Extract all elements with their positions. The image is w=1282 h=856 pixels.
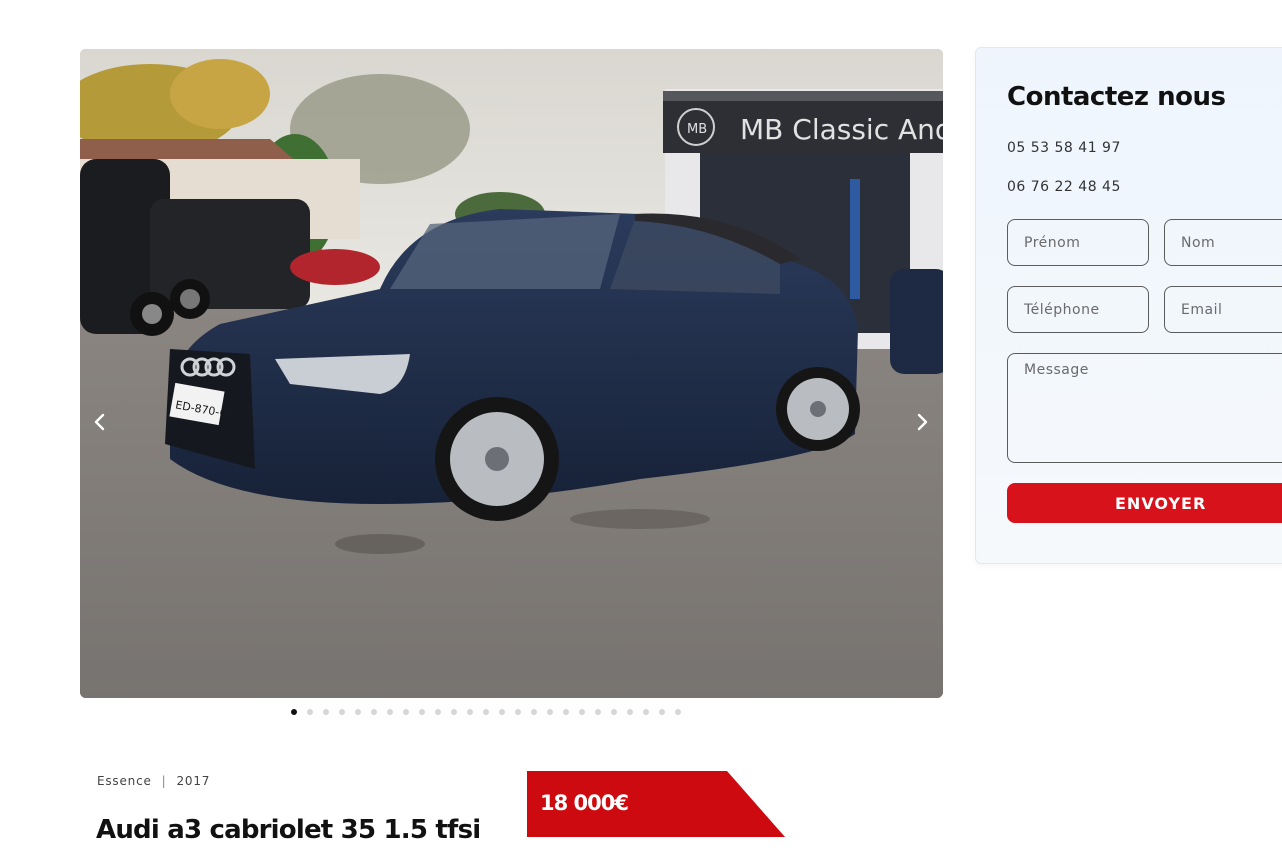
gallery-dot[interactable] [419, 709, 425, 715]
svg-text:MB: MB [687, 122, 707, 137]
gallery-dot[interactable] [659, 709, 665, 715]
gallery-dot[interactable] [355, 709, 361, 715]
gallery-dot[interactable] [515, 709, 521, 715]
gallery-dot[interactable] [387, 709, 393, 715]
listing-title: Audi a3 cabriolet 35 1.5 tfsi [96, 815, 481, 845]
gallery-dot[interactable] [595, 709, 601, 715]
gallery-dot[interactable] [371, 709, 377, 715]
gallery-dot[interactable] [675, 709, 681, 715]
lastname-input[interactable] [1164, 219, 1282, 266]
chevron-right-icon [917, 413, 928, 431]
send-button[interactable]: ENVOYER [1007, 483, 1282, 523]
gallery-dot[interactable] [291, 709, 297, 715]
message-textarea[interactable] [1007, 353, 1282, 463]
listing-price: 18 000€ [540, 791, 629, 815]
phone-number-1[interactable]: 05 53 58 41 97 [1007, 140, 1121, 156]
gallery-dot[interactable] [499, 709, 505, 715]
model-year: 2017 [176, 774, 211, 788]
contact-title: Contactez nous [1007, 82, 1226, 112]
gallery-dot[interactable] [307, 709, 313, 715]
firstname-input[interactable] [1007, 219, 1149, 266]
gallery-dot[interactable] [339, 709, 345, 715]
gallery-dot[interactable] [547, 709, 553, 715]
gallery-dot[interactable] [611, 709, 617, 715]
email-input[interactable] [1164, 286, 1282, 333]
meta-separator: | [161, 774, 167, 788]
gallery-dot[interactable] [643, 709, 649, 715]
gallery-dot[interactable] [467, 709, 473, 715]
fuel-type: Essence [97, 774, 152, 788]
gallery-dot[interactable] [531, 709, 537, 715]
gallery-pagination [291, 708, 681, 716]
gallery-dot[interactable] [323, 709, 329, 715]
gallery-dot[interactable] [451, 709, 457, 715]
car-photo: MB MB Classic And ED-870-GK [80, 49, 943, 698]
gallery-dot[interactable] [483, 709, 489, 715]
next-photo-button[interactable] [907, 407, 937, 437]
gallery-dot[interactable] [579, 709, 585, 715]
svg-text:MB Classic And: MB Classic And [740, 113, 943, 146]
chevron-left-icon [94, 413, 105, 431]
gallery-dot[interactable] [403, 709, 409, 715]
phone-number-2[interactable]: 06 76 22 48 45 [1007, 179, 1121, 195]
gallery-dot[interactable] [435, 709, 441, 715]
phone-input[interactable] [1007, 286, 1149, 333]
gallery-dot[interactable] [563, 709, 569, 715]
gallery-dot[interactable] [627, 709, 633, 715]
listing-meta: Essence | 2017 [97, 774, 210, 788]
contact-form-card: Contactez nous 05 53 58 41 97 06 76 22 4… [975, 47, 1282, 564]
car-photo-gallery[interactable]: MB MB Classic And ED-870-GK [80, 49, 943, 698]
previous-photo-button[interactable] [85, 407, 115, 437]
price-tag: 18 000€ [527, 771, 787, 837]
